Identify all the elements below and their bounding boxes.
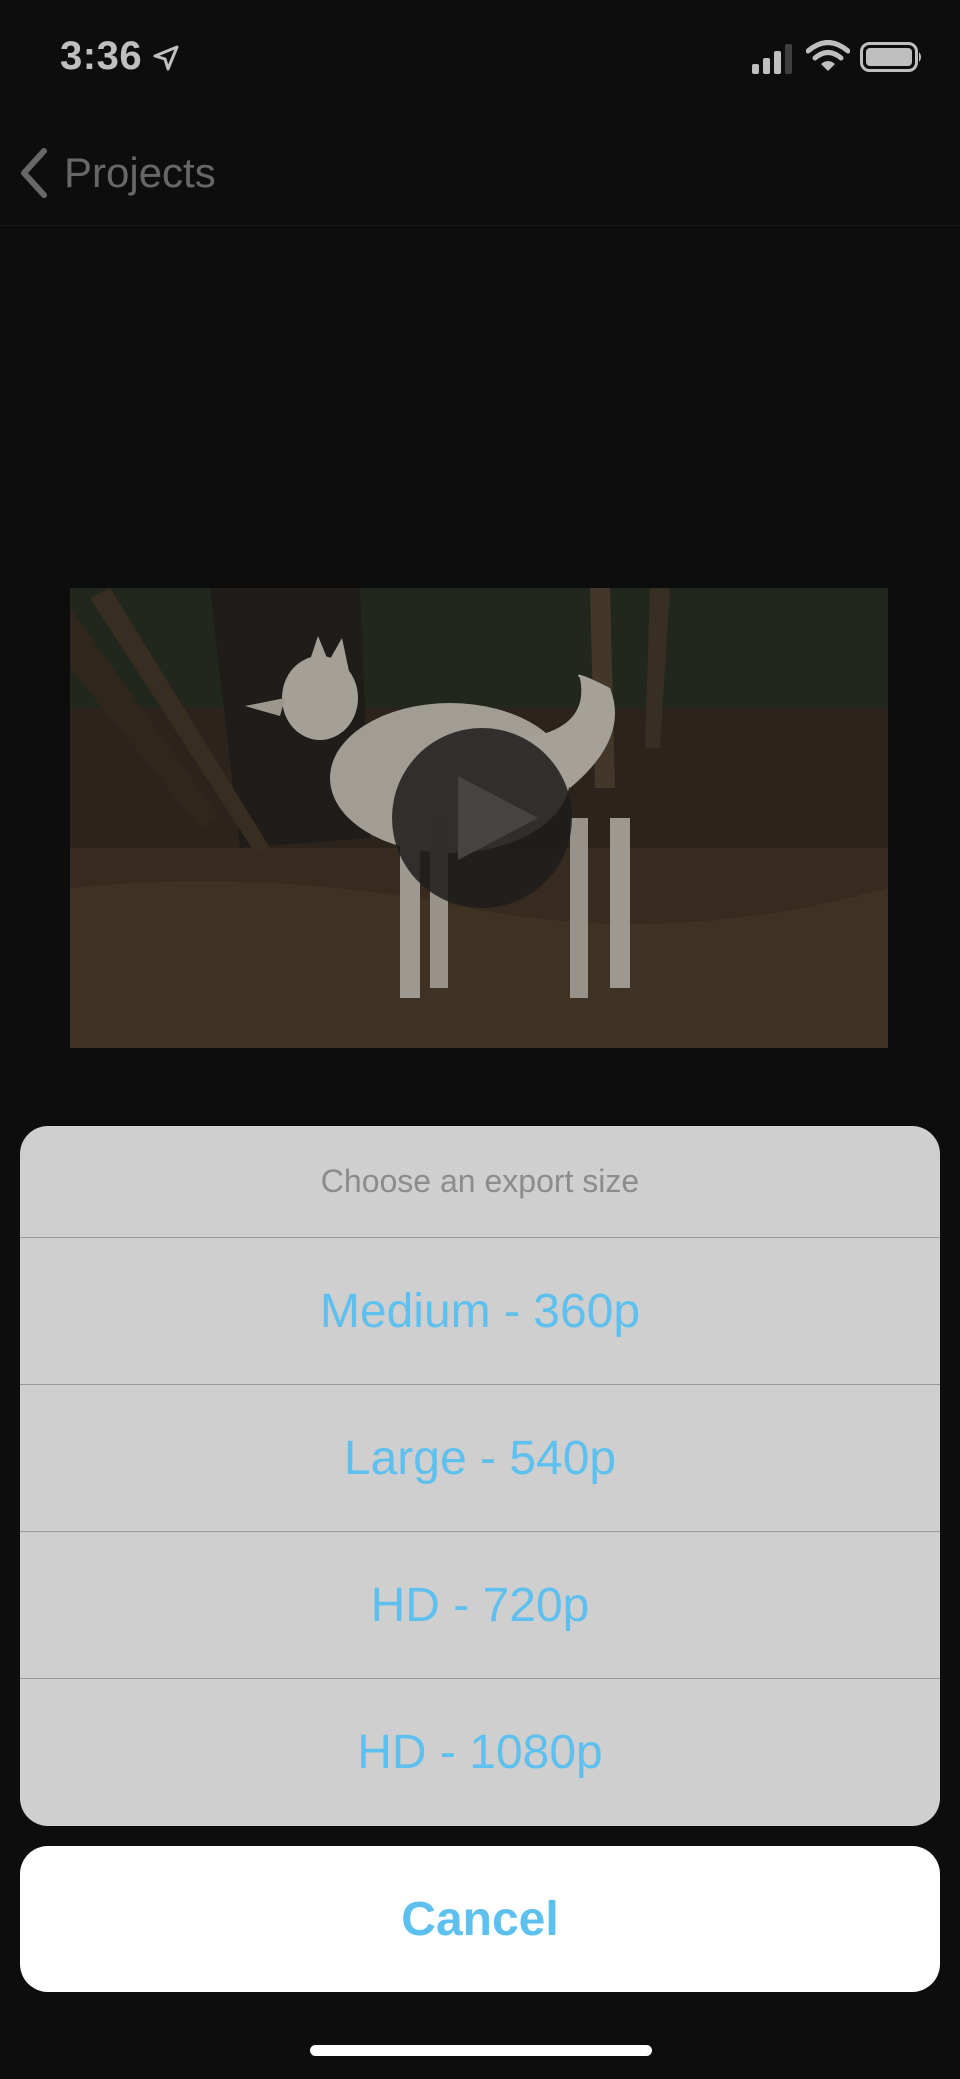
export-size-action-sheet: Choose an export size Medium - 360p Larg… (20, 1126, 940, 1826)
action-sheet-title: Choose an export size (20, 1126, 940, 1238)
home-indicator[interactable] (310, 2045, 652, 2056)
cancel-button[interactable]: Cancel (20, 1846, 940, 1992)
screen: 3:36 Projects Choose an export size Medi… (0, 0, 960, 2079)
export-option-hd-720p[interactable]: HD - 720p (20, 1532, 940, 1679)
export-option-large-540p[interactable]: Large - 540p (20, 1385, 940, 1532)
export-option-hd-1080p[interactable]: HD - 1080p (20, 1679, 940, 1826)
export-option-medium-360p[interactable]: Medium - 360p (20, 1238, 940, 1385)
